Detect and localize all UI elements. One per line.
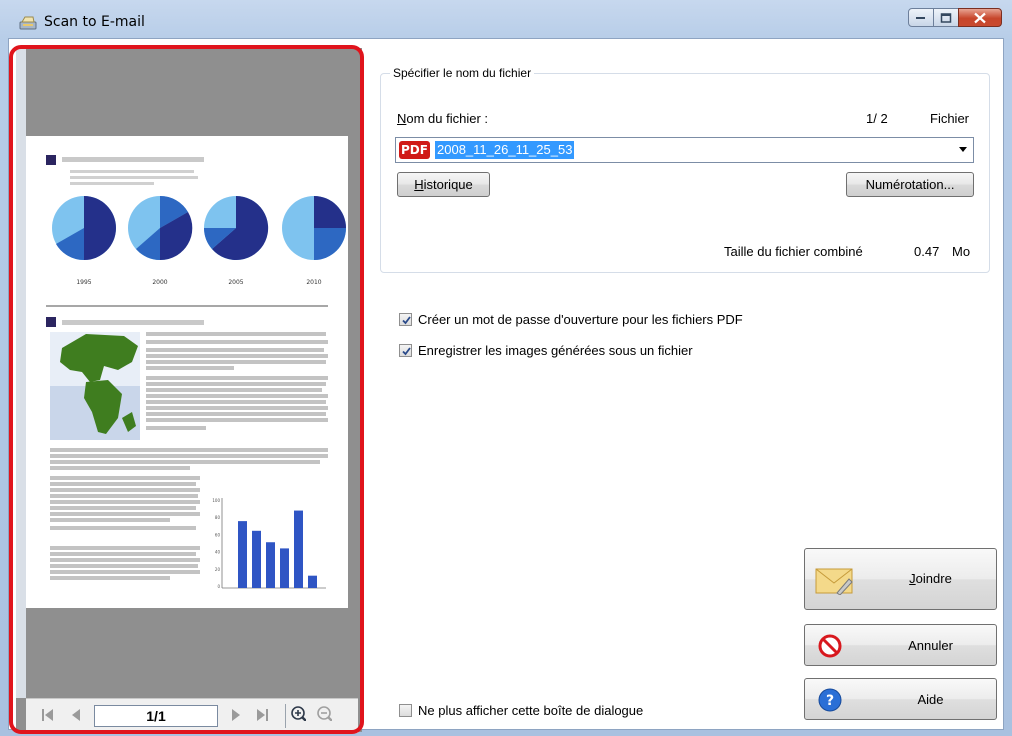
- no-entry-icon: [818, 634, 842, 658]
- title-bar[interactable]: Scan to E-mail: [0, 0, 1012, 38]
- thumbnail-axis-tick: 60: [215, 532, 221, 537]
- cancel-label: Annuler: [908, 638, 953, 653]
- next-page-icon[interactable]: [228, 707, 244, 723]
- pdf-password-label[interactable]: Créer un mot de passe d'ouverture pour l…: [418, 312, 743, 327]
- single-file-label[interactable]: Enregistrer les images générées sous un …: [418, 343, 693, 358]
- pie-year-label: 2000: [152, 279, 167, 286]
- pie-chart-2010: [282, 196, 346, 260]
- cancel-button[interactable]: Annuler: [804, 624, 997, 666]
- combined-size-unit: Mo: [952, 244, 971, 259]
- filename-combobox[interactable]: PDF 2008_11_26_11_25_53: [395, 137, 974, 163]
- thumbnail-axis-tick: 40: [215, 550, 221, 555]
- help-button[interactable]: ? Aide: [804, 678, 997, 720]
- checkmark-icon: [402, 347, 411, 356]
- zoom-in-icon[interactable]: [290, 705, 306, 721]
- minimize-button[interactable]: [908, 8, 934, 27]
- preview-scrollbar[interactable]: [16, 48, 26, 698]
- filename-value[interactable]: 2008_11_26_11_25_53: [435, 141, 575, 159]
- thumbnail-bar: [308, 575, 317, 588]
- thumbnail-axis-tick: 100: [212, 498, 220, 503]
- pdf-password-checkbox[interactable]: [399, 313, 412, 326]
- thumbnail-bar: [280, 548, 289, 588]
- close-icon: [974, 12, 986, 23]
- pie-year-label: 2005: [228, 279, 243, 286]
- attach-button[interactable]: Joindre: [804, 548, 997, 610]
- file-unit-label: Fichier: [930, 111, 970, 126]
- thumbnail-axis-tick: 0: [217, 584, 220, 589]
- world-map-image: [50, 332, 140, 440]
- envelope-icon: [815, 568, 853, 595]
- filename-group-legend: Spécifier le nom du fichier: [390, 66, 535, 80]
- minimize-icon: [916, 16, 925, 19]
- svg-text:?: ?: [826, 693, 834, 709]
- history-button[interactable]: Historique: [397, 172, 490, 197]
- pie-chart-2005: [204, 195, 269, 260]
- first-page-icon[interactable]: [40, 707, 56, 723]
- close-button[interactable]: [958, 8, 1002, 27]
- previous-page-icon[interactable]: [68, 707, 84, 723]
- scan-to-email-window: Scan to E-mail 1995 2000 2005 2010 100 8…: [0, 0, 1012, 736]
- pdf-format-icon: PDF: [399, 141, 430, 159]
- zoom-out-icon[interactable]: [316, 705, 332, 721]
- window-title: Scan to E-mail: [44, 14, 145, 30]
- thumbnail-bar: [252, 530, 261, 588]
- thumbnail-bar: [266, 542, 275, 588]
- dont-show-checkbox[interactable]: [399, 704, 412, 717]
- pie-chart-2000: [128, 195, 193, 261]
- pie-year-label: 1995: [76, 279, 91, 286]
- last-page-icon[interactable]: [254, 707, 270, 723]
- chevron-down-icon[interactable]: [959, 147, 967, 152]
- bar-chart-thumbnail: 100 80 60 40 20 0: [212, 498, 326, 589]
- single-file-checkbox[interactable]: [399, 344, 412, 357]
- thumbnail-axis-tick: 80: [215, 515, 221, 520]
- attach-label: Joindre: [909, 571, 952, 586]
- combined-size-value: 0.47: [914, 244, 940, 259]
- file-counter: 1/ 2: [866, 111, 888, 126]
- scanner-mail-icon: [19, 16, 37, 30]
- preview-page-thumbnail: 1995 2000 2005 2010 100 80 60 40 20 0: [26, 136, 348, 608]
- checkmark-icon: [402, 316, 411, 325]
- help-icon: ?: [818, 688, 842, 712]
- help-label: Aide: [917, 692, 944, 707]
- maximize-button[interactable]: [933, 8, 959, 27]
- page-number-field[interactable]: 1/1: [94, 705, 218, 727]
- thumbnail-bar: [238, 521, 247, 588]
- thumbnail-bar: [294, 510, 303, 588]
- document-thumbnail: 1995 2000 2005 2010 100806040200: [46, 155, 346, 589]
- pie-chart-1995: [52, 196, 116, 261]
- thumbnail-axis-tick: 20: [215, 567, 221, 572]
- dont-show-label[interactable]: Ne plus afficher cette boîte de dialogue: [418, 703, 643, 718]
- pie-year-label: 2010: [306, 279, 321, 286]
- toolbar-separator: [285, 704, 286, 728]
- filename-label: Nom du fichier :: [397, 111, 489, 126]
- combined-size-label: Taille du fichier combiné: [724, 244, 863, 259]
- numbering-button[interactable]: Numérotation...: [846, 172, 974, 197]
- maximize-icon: [940, 12, 952, 23]
